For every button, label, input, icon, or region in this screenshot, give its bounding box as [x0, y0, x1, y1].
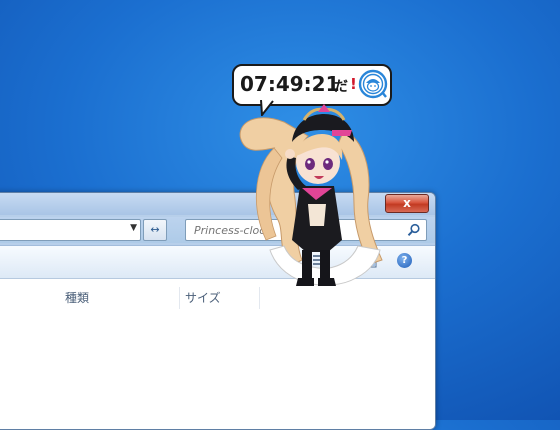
clock-suffix: だ [334, 79, 348, 95]
desktop: x ▼ ↔ ? [0, 0, 560, 430]
refresh-button[interactable]: ↔ [143, 219, 167, 241]
mascot[interactable] [232, 100, 402, 290]
search-icon[interactable] [407, 223, 421, 237]
clock-logo-icon[interactable] [358, 69, 388, 99]
address-bar[interactable]: ▼ [0, 219, 141, 241]
column-header-size[interactable]: サイズ [185, 289, 221, 307]
file-list: 種類 サイズ [0, 279, 435, 429]
column-header-type[interactable]: 種類 [65, 289, 89, 307]
column-divider[interactable] [259, 287, 260, 309]
clock-time: 07:49:21 [240, 72, 340, 96]
clock-exclaim: ! [350, 75, 357, 93]
column-divider[interactable] [179, 287, 180, 309]
address-dropdown-icon[interactable]: ▼ [130, 223, 137, 233]
